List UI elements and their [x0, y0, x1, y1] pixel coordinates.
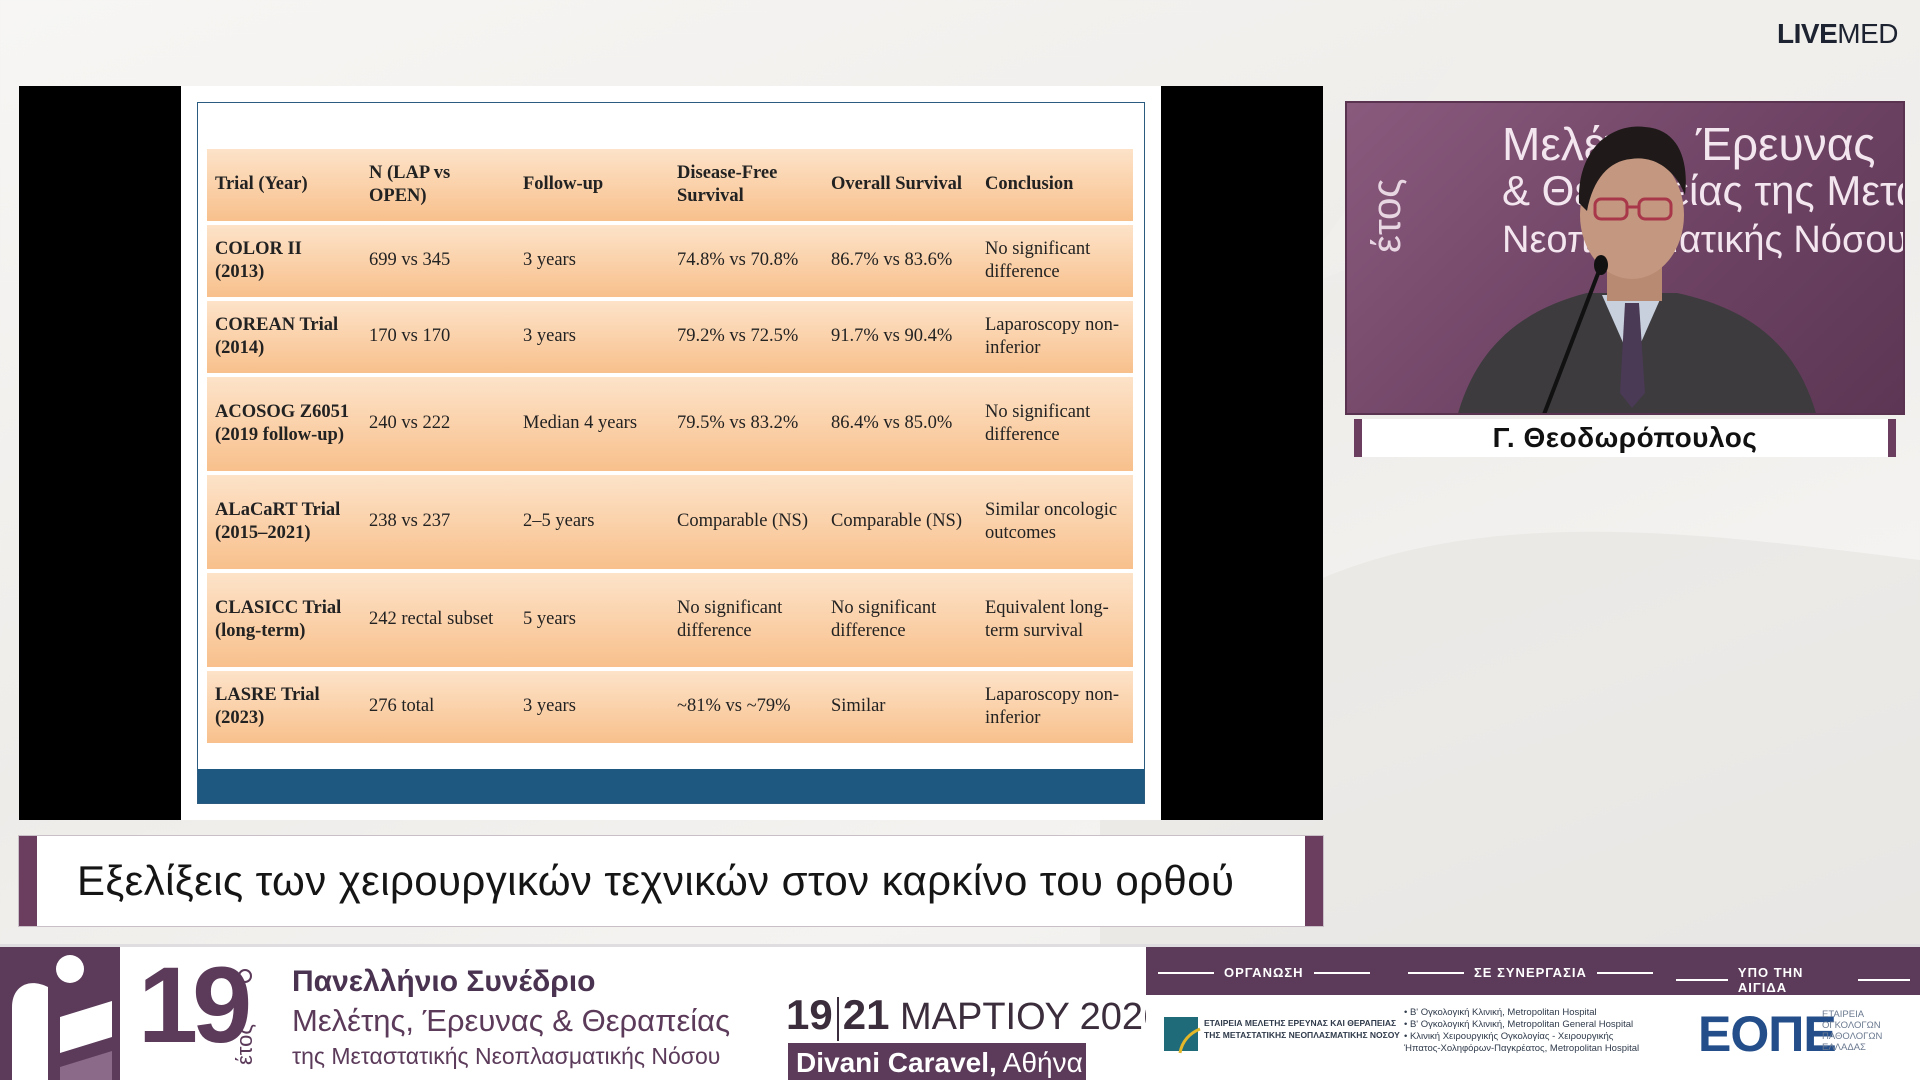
- cell-trial: ACOSOG Z6051 (2019 follow-up): [207, 377, 361, 471]
- conference-dates: 19 21 ΜΑΡΤΙΟΥ 2026: [786, 991, 1164, 1041]
- lecture-title: Εξελίξεις των χειρουργικών τεχνικών στον…: [19, 836, 1323, 926]
- table-row: COLOR II (2013) 699 vs 345 3 years 74.8%…: [207, 225, 1133, 297]
- header-dfs: Disease-Free Survival: [669, 149, 823, 221]
- header-conclusion: Conclusion: [977, 149, 1133, 221]
- cell-os: 86.7% vs 83.6%: [823, 225, 977, 297]
- cell-conclusion: Laparoscopy non-inferior: [977, 301, 1133, 373]
- date-month: ΜΑΡΤΙΟΥ 2026: [900, 996, 1165, 1038]
- conference-logo-icon: [0, 947, 120, 1080]
- table-row: ACOSOG Z6051 (2019 follow-up) 240 vs 222…: [207, 377, 1133, 471]
- eope-sub-line: ΟΓΚΟΛΟΓΩΝ: [1822, 1020, 1881, 1031]
- date-separator: [836, 996, 839, 1041]
- cooperation-list: • Β' Ογκολογική Κλινική, Metropolitan Ho…: [1404, 1007, 1639, 1055]
- cell-follow-up: 3 years: [515, 225, 669, 297]
- eope-subtitle: ΕΤΑΙΡΕΙΑ ΟΓΚΟΛΟΓΩΝ ΠΑΘΟΛΟΓΩΝ ΕΛΛΑΔΑΣ: [1822, 1009, 1882, 1053]
- presentation-frame: Trial (Year) N (LAP vs OPEN) Follow-up D…: [19, 86, 1323, 820]
- organizer-line2: ΤΗΣ ΜΕΤΑΣΤΑΤΙΚΗΣ ΝΕΟΠΛΑΣΜΑΤΙΚΗΣ ΝΟΣΟΥ: [1204, 1030, 1400, 1040]
- cell-dfs: 79.2% vs 72.5%: [669, 301, 823, 373]
- table-row: CLASICC Trial (long-term) 242 rectal sub…: [207, 573, 1133, 667]
- cell-n: 238 vs 237: [361, 475, 515, 569]
- edition-number: 19: [138, 944, 252, 1065]
- conference-banner: 19 έτος Πανελλήνιο Συνέδριο Μελέτης, Έρε…: [0, 944, 1920, 1080]
- cell-follow-up: 5 years: [515, 573, 669, 667]
- cell-trial: ALaCaRT Trial (2015–2021): [207, 475, 361, 569]
- livemed-logo: LIVEMED: [1777, 18, 1898, 50]
- trials-table: Trial (Year) N (LAP vs OPEN) Follow-up D…: [207, 145, 1133, 747]
- organization-label: ΟΡΓΑΝΩΣΗ: [1148, 965, 1380, 980]
- organizer-logo-icon: [1164, 1017, 1201, 1054]
- partners-header: ΟΡΓΑΝΩΣΗ ΣΕ ΣΥΝΕΡΓΑΣΙΑ ΥΠΟ ΤΗΝ ΑΙΓΙΔΑ: [1146, 947, 1920, 995]
- cell-conclusion: No significant difference: [977, 225, 1133, 297]
- cell-n: 170 vs 170: [361, 301, 515, 373]
- cooperation-label: ΣΕ ΣΥΝΕΡΓΑΣΙΑ: [1398, 965, 1663, 980]
- eope-sub-line: ΕΛΛΑΔΑΣ: [1822, 1042, 1866, 1053]
- edition-etos: έτος: [232, 1023, 257, 1065]
- coop-item: Ήπατος-Χοληφόρων-Παγκρέατος, Metropolita…: [1404, 1043, 1640, 1054]
- table-row: LASRE Trial (2023) 276 total 3 years ~81…: [207, 671, 1133, 743]
- coop-item: • Β' Ογκολογική Κλινική, Metropolitan Ge…: [1404, 1019, 1634, 1030]
- cell-os: No significant difference: [823, 573, 977, 667]
- venue-city: Αθήνα: [1002, 1047, 1083, 1078]
- table-row: ALaCaRT Trial (2015–2021) 238 vs 237 2–5…: [207, 475, 1133, 569]
- date-start: 19: [786, 991, 833, 1038]
- ordinal-circle-icon: [238, 969, 252, 983]
- organizer-line1: ΕΤΑΙΡΕΙΑ ΜΕΛΕΤΗΣ ΕΡΕΥΝΑΣ ΚΑΙ ΘΕΡΑΠΕΙΑΣ: [1204, 1018, 1397, 1028]
- cell-os: Similar: [823, 671, 977, 743]
- conference-venue: Divani Caravel, Αθήνα: [788, 1043, 1086, 1080]
- cell-conclusion: Equivalent long-term survival: [977, 573, 1133, 667]
- cell-follow-up: 3 years: [515, 671, 669, 743]
- conference-line3: της Μεταστατικής Νεοπλασματικής Νόσου: [292, 1043, 721, 1069]
- speaker-name: Γ. Θεοδωρόπουλος: [1354, 419, 1896, 457]
- cell-dfs: Comparable (NS): [669, 475, 823, 569]
- cell-dfs: 74.8% vs 70.8%: [669, 225, 823, 297]
- cell-n: 242 rectal subset: [361, 573, 515, 667]
- auspices-label: ΥΠΟ ΤΗΝ ΑΙΓΙΔΑ: [1666, 965, 1920, 995]
- cell-n: 276 total: [361, 671, 515, 743]
- slide: Trial (Year) N (LAP vs OPEN) Follow-up D…: [181, 86, 1161, 820]
- eope-logo: ΕΟΠΕ: [1698, 1006, 1837, 1062]
- logo-live: LIVE: [1777, 18, 1838, 49]
- conference-line1: Πανελλήνιο Συνέδριο: [292, 965, 596, 998]
- organizer-name: ΕΤΑΙΡΕΙΑ ΜΕΛΕΤΗΣ ΕΡΕΥΝΑΣ ΚΑΙ ΘΕΡΑΠΕΙΑΣ Τ…: [1204, 1017, 1400, 1041]
- coop-item: • Β' Ογκολογική Κλινική, Metropolitan Ho…: [1404, 1007, 1597, 1018]
- cell-os: 91.7% vs 90.4%: [823, 301, 977, 373]
- speaker-silhouette: [1458, 126, 1816, 413]
- cell-trial: COLOR II (2013): [207, 225, 361, 297]
- coop-item: • Κλινική Χειρουργικής Ογκολογίας - Χειρ…: [1404, 1031, 1614, 1042]
- cell-dfs: ~81% vs ~79%: [669, 671, 823, 743]
- cell-dfs: No significant difference: [669, 573, 823, 667]
- speaker-video: Μελέτης, Έρευνας & Θεραπείας της Μετα Νε…: [1345, 101, 1905, 415]
- slide-content: Trial (Year) N (LAP vs OPEN) Follow-up D…: [197, 102, 1145, 804]
- cell-trial: LASRE Trial (2023): [207, 671, 361, 743]
- conference-line2: Μελέτης, Έρευνας & Θεραπείας: [292, 1003, 731, 1038]
- venue-name: Divani Caravel,: [796, 1047, 997, 1078]
- cell-conclusion: Laparoscopy non-inferior: [977, 671, 1133, 743]
- eope-sub-line: ΠΑΘΟΛΟΓΩΝ: [1822, 1031, 1883, 1042]
- cell-follow-up: Median 4 years: [515, 377, 669, 471]
- cell-trial: COREAN Trial (2014): [207, 301, 361, 373]
- cell-follow-up: 3 years: [515, 301, 669, 373]
- logo-med: MED: [1837, 18, 1898, 49]
- cell-conclusion: No significant difference: [977, 377, 1133, 471]
- table-header-row: Trial (Year) N (LAP vs OPEN) Follow-up D…: [207, 149, 1133, 221]
- header-os: Overall Survival: [823, 149, 977, 221]
- cell-dfs: 79.5% vs 83.2%: [669, 377, 823, 471]
- eope-sub-line: ΕΤΑΙΡΕΙΑ: [1822, 1009, 1865, 1020]
- header-trial: Trial (Year): [207, 149, 361, 221]
- cell-n: 240 vs 222: [361, 377, 515, 471]
- cell-n: 699 vs 345: [361, 225, 515, 297]
- partners-panel: ΟΡΓΑΝΩΣΗ ΣΕ ΣΥΝΕΡΓΑΣΙΑ ΥΠΟ ΤΗΝ ΑΙΓΙΔΑ ΕΤ…: [1146, 947, 1920, 1080]
- cell-conclusion: Similar oncologic outcomes: [977, 475, 1133, 569]
- header-n: N (LAP vs OPEN): [361, 149, 515, 221]
- cell-follow-up: 2–5 years: [515, 475, 669, 569]
- cell-trial: CLASICC Trial (long-term): [207, 573, 361, 667]
- cell-os: Comparable (NS): [823, 475, 977, 569]
- header-follow-up: Follow-up: [515, 149, 669, 221]
- date-end: 21: [842, 991, 890, 1038]
- table-row: COREAN Trial (2014) 170 vs 170 3 years 7…: [207, 301, 1133, 373]
- cell-os: 86.4% vs 85.0%: [823, 377, 977, 471]
- backdrop-etos: έτος: [1365, 178, 1409, 253]
- slide-footer-bar: [198, 769, 1144, 803]
